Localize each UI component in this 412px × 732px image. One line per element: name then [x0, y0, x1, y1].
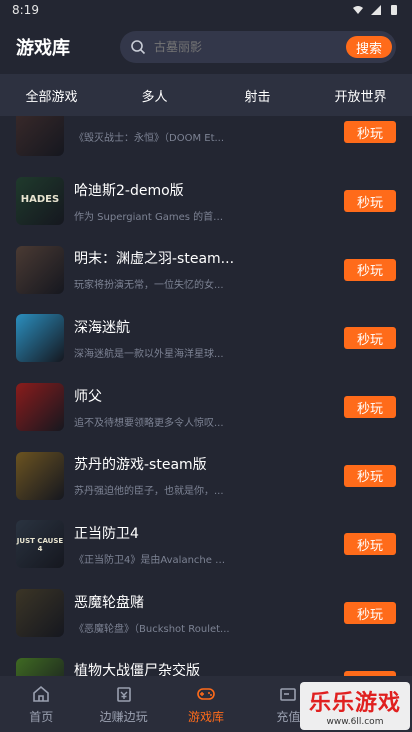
game-description: 作为 Supergiant Games 的首款...: [74, 211, 230, 223]
instant-play-button[interactable]: 秒玩: [344, 190, 396, 213]
game-name: 苏丹的游戏-steam版: [74, 457, 207, 474]
game-description: 《恶魔轮盘》（Buckshot Roulet...: [74, 623, 230, 635]
category-tabs: 全部游戏 多人 射击 开放世界: [0, 74, 412, 116]
game-list[interactable]: 《毁灭战士：永恒》（DOOM Et... 秒玩 HADES 哈迪斯2-demo版作为 …: [0, 116, 412, 676]
game-name: 师父: [74, 388, 102, 405]
game-list-item[interactable]: JUST CAUSE 4 正当防卫4 《正当防卫4》是由Avalanche S...…: [0, 510, 412, 579]
nav-home[interactable]: 首页: [0, 676, 82, 732]
game-info: 苏丹的游戏-steam版苏丹强迫他的臣子，也就是你，...: [74, 454, 344, 497]
nav-recharge-label: 充值: [276, 709, 301, 724]
nav-game-library[interactable]: 游戏库: [165, 676, 247, 732]
game-info: 师父追不及待想要领略更多令人惊叹...: [74, 386, 344, 429]
gamepad-icon: [197, 687, 215, 700]
nav-earn-play-label: 边赚边玩: [99, 709, 148, 724]
instant-play-button[interactable]: 秒玩: [344, 602, 396, 625]
game-thumbnail-logo: JUST CAUSE 4: [16, 537, 64, 554]
game-info: 深海迷航深海迷航是一款以外星海洋星球...: [74, 317, 344, 360]
game-list-item[interactable]: PLANTS ZOMBIES 植物大战僵尸杂交版《植物大战僵尸杂交版》是由B...…: [0, 648, 412, 676]
wifi-icon: [353, 6, 363, 14]
tab-shooter[interactable]: 射击: [206, 86, 309, 105]
search-button[interactable]: 搜索: [345, 36, 392, 58]
game-name: 哈迪斯2-demo版: [74, 182, 184, 199]
instant-play-button[interactable]: 秒玩: [344, 327, 396, 350]
game-description: 《毁灭战士：永恒》（DOOM Et...: [74, 132, 225, 144]
game-thumbnail[interactable]: [16, 451, 64, 500]
game-description: 玩家将扮演无常，一位失忆的女...: [74, 280, 224, 292]
status-time: 8:19: [12, 3, 39, 17]
search-input[interactable]: [154, 40, 346, 54]
header: 游戏库 搜索: [0, 20, 412, 74]
game-list-item[interactable]: 《毁灭战士：永恒》（DOOM Et... 秒玩: [0, 116, 412, 167]
status-icons: [352, 4, 400, 16]
game-list-item[interactable]: 恶魔轮盘赌 《恶魔轮盘》（Buckshot Roulet... 秒玩: [0, 579, 412, 648]
nav-game-library-label: 游戏库: [188, 709, 225, 724]
game-thumbnail-logo: HADES: [20, 194, 60, 206]
game-description: 深海迷航是一款以外星海洋星球...: [74, 348, 224, 360]
game-info: 《毁灭战士：永恒》（DOOM Et...: [74, 121, 344, 144]
game-name: 正当防卫4: [74, 525, 139, 542]
gift-icon: [116, 686, 131, 702]
game-name: 恶魔轮盘赌: [74, 594, 144, 611]
watermark-logo: 乐乐游戏 www.6ll.com: [300, 682, 410, 730]
game-thumbnail[interactable]: [16, 314, 64, 363]
game-thumbnail[interactable]: [16, 589, 64, 638]
game-info: 明末：渊虚之羽-steam... 玩家将扮演无常，一位失忆的女...: [74, 248, 344, 291]
game-name: 深海迷航: [74, 319, 130, 336]
home-icon: [33, 685, 50, 702]
game-info: 恶魔轮盘赌《恶魔轮盘》（Buckshot Roulet...: [74, 592, 344, 635]
game-description: 苏丹强迫他的臣子，也就是你，...: [74, 486, 224, 498]
watermark-title: 乐乐游戏: [308, 691, 401, 716]
tab-open-world[interactable]: 开放世界: [309, 86, 412, 105]
game-info: 植物大战僵尸杂交版《植物大战僵尸杂交版》是由B...: [74, 660, 344, 676]
game-list-item[interactable]: HADES 哈迪斯2-demo版作为 Supergiant Games 的首款..…: [0, 167, 412, 236]
signal-icon: [371, 5, 381, 15]
nav-home-label: 首页: [29, 709, 54, 724]
game-name: 植物大战僵尸杂交版: [74, 663, 200, 676]
instant-play-button[interactable]: 秒玩: [344, 464, 396, 487]
status-bar: 8:19: [0, 0, 412, 20]
page-title: 游戏库: [16, 38, 70, 59]
game-description: 《正当防卫4》是由Avalanche S...: [74, 554, 230, 566]
tab-multiplayer[interactable]: 多人: [103, 86, 206, 105]
game-list-item[interactable]: 苏丹的游戏-steam版 苏丹强迫他的臣子，也就是你，... 秒玩: [0, 441, 412, 510]
game-thumbnail[interactable]: [16, 383, 64, 432]
search-bar[interactable]: 搜索: [120, 31, 396, 63]
game-list-item[interactable]: 明末：渊虚之羽-steam... 玩家将扮演无常，一位失忆的女... 秒玩: [0, 235, 412, 304]
search-icon: [131, 40, 146, 55]
game-list-item[interactable]: 深海迷航 深海迷航是一款以外星海洋星球... 秒玩: [0, 304, 412, 373]
game-thumbnail[interactable]: PLANTS ZOMBIES: [16, 657, 64, 676]
instant-play-button[interactable]: 秒玩: [344, 258, 396, 281]
tab-all-games[interactable]: 全部游戏: [0, 86, 103, 105]
game-info: 正当防卫4 《正当防卫4》是由Avalanche S...: [74, 523, 344, 566]
instant-play-button[interactable]: 秒玩: [344, 396, 396, 419]
instant-play-button[interactable]: 秒玩: [344, 121, 396, 144]
game-info: 哈迪斯2-demo版作为 Supergiant Games 的首款...: [74, 180, 344, 223]
game-thumbnail[interactable]: [16, 245, 64, 294]
watermark-url: www.6ll.com: [326, 717, 384, 727]
game-list-item[interactable]: 师父 追不及待想要领略更多令人惊叹... 秒玩: [0, 373, 412, 442]
wallet-icon: [280, 687, 297, 701]
game-name: 明末：渊虚之羽-steam...: [74, 251, 235, 268]
game-description: 追不及待想要领略更多令人惊叹...: [74, 417, 224, 429]
battery-icon: [391, 5, 397, 15]
game-thumbnail[interactable]: JUST CAUSE 4: [16, 520, 64, 569]
nav-earn-play[interactable]: 边赚边玩: [82, 676, 164, 732]
instant-play-button[interactable]: 秒玩: [344, 533, 396, 556]
game-thumbnail[interactable]: [16, 116, 64, 157]
game-thumbnail[interactable]: HADES: [16, 177, 64, 226]
